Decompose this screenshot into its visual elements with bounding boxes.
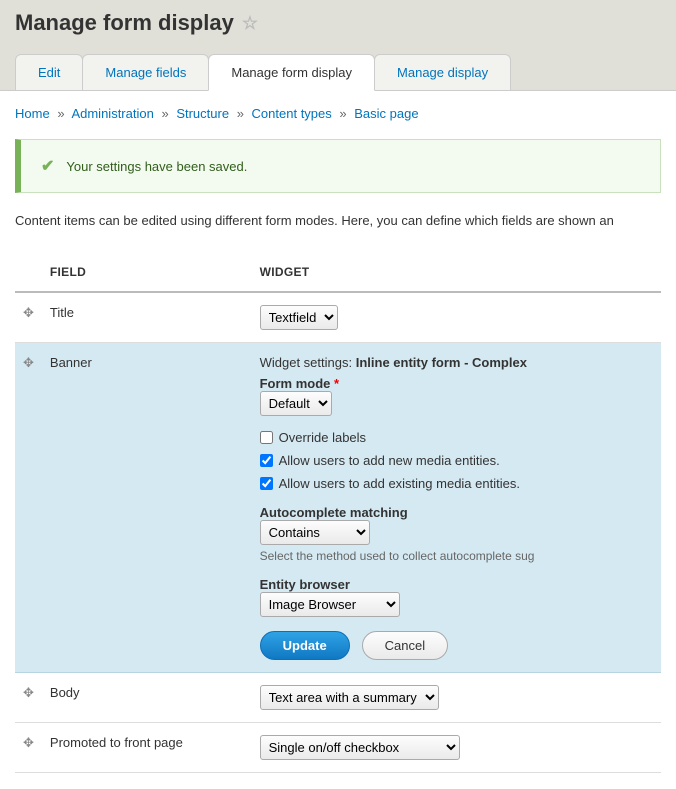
field-name: Promoted to front page <box>42 722 252 772</box>
autocomplete-desc: Select the method used to collect autoco… <box>260 549 653 563</box>
allow-add-checkbox[interactable] <box>260 454 273 467</box>
tab-manage-display[interactable]: Manage display <box>374 54 511 90</box>
allow-add-label: Allow users to add new media entities. <box>279 453 500 468</box>
cancel-button[interactable]: Cancel <box>362 631 448 660</box>
crumb-content-types[interactable]: Content types <box>252 106 332 121</box>
widget-settings-prefix: Widget settings: <box>260 355 353 370</box>
widget-settings-panel: Widget settings: Inline entity form - Co… <box>260 355 653 660</box>
entity-browser-label: Entity browser <box>260 577 350 592</box>
tab-manage-form-display[interactable]: Manage form display <box>208 54 375 91</box>
drag-handle-icon[interactable]: ✥ <box>15 672 42 722</box>
field-name: Body <box>42 672 252 722</box>
drag-handle-icon[interactable]: ✥ <box>15 292 42 343</box>
breadcrumb: Home » Administration » Structure » Cont… <box>15 106 661 121</box>
field-name: Banner <box>42 342 252 672</box>
intro-text: Content items can be edited using differ… <box>15 211 661 231</box>
drag-handle-icon[interactable]: ✥ <box>15 342 42 672</box>
allow-existing-label: Allow users to add existing media entiti… <box>279 476 520 491</box>
primary-tabs: Edit Manage fields Manage form display M… <box>15 54 661 90</box>
autocomplete-select[interactable]: Contains <box>260 520 370 545</box>
table-row-expanded: ✥ Banner Widget settings: Inline entity … <box>15 342 661 672</box>
crumb-basic-page[interactable]: Basic page <box>354 106 418 121</box>
table-row: ✥ Promoted to front page Single on/off c… <box>15 722 661 772</box>
table-row: ✥ Body Text area with a summary <box>15 672 661 722</box>
update-button[interactable]: Update <box>260 631 350 660</box>
drag-handle-icon[interactable]: ✥ <box>15 722 42 772</box>
autocomplete-label: Autocomplete matching <box>260 505 408 520</box>
widget-settings-name: Inline entity form - Complex <box>356 355 527 370</box>
required-marker: * <box>334 376 339 391</box>
override-labels-label: Override labels <box>279 430 366 445</box>
status-message-text: Your settings have been saved. <box>66 159 247 174</box>
star-icon[interactable]: ☆ <box>242 13 258 34</box>
tab-manage-fields[interactable]: Manage fields <box>82 54 209 90</box>
crumb-structure[interactable]: Structure <box>176 106 229 121</box>
tab-label: Edit <box>38 65 60 80</box>
table-row: ✥ Title Textfield <box>15 292 661 343</box>
page-title: Manage form display ☆ <box>15 10 661 36</box>
col-widget: WIDGET <box>252 253 661 292</box>
fields-table: FIELD WIDGET ✥ Title Textfield ✥ Banner <box>15 253 661 773</box>
widget-select-title[interactable]: Textfield <box>260 305 338 330</box>
page-title-text: Manage form display <box>15 10 234 36</box>
widget-select-promoted[interactable]: Single on/off checkbox <box>260 735 460 760</box>
form-mode-select[interactable]: Default <box>260 391 332 416</box>
widget-select-body[interactable]: Text area with a summary <box>260 685 439 710</box>
override-labels-checkbox[interactable] <box>260 431 273 444</box>
tab-edit[interactable]: Edit <box>15 54 83 90</box>
status-message: ✔ Your settings have been saved. <box>15 139 661 193</box>
form-mode-label: Form mode * <box>260 376 339 391</box>
col-field: FIELD <box>42 253 252 292</box>
tab-label: Manage fields <box>105 65 186 80</box>
tab-label: Manage form display <box>231 65 352 80</box>
entity-browser-select[interactable]: Image Browser <box>260 592 400 617</box>
check-icon: ✔ <box>41 156 54 176</box>
field-name: Title <box>42 292 252 343</box>
crumb-home[interactable]: Home <box>15 106 50 121</box>
crumb-administration[interactable]: Administration <box>71 106 153 121</box>
allow-existing-checkbox[interactable] <box>260 477 273 490</box>
tab-label: Manage display <box>397 65 488 80</box>
